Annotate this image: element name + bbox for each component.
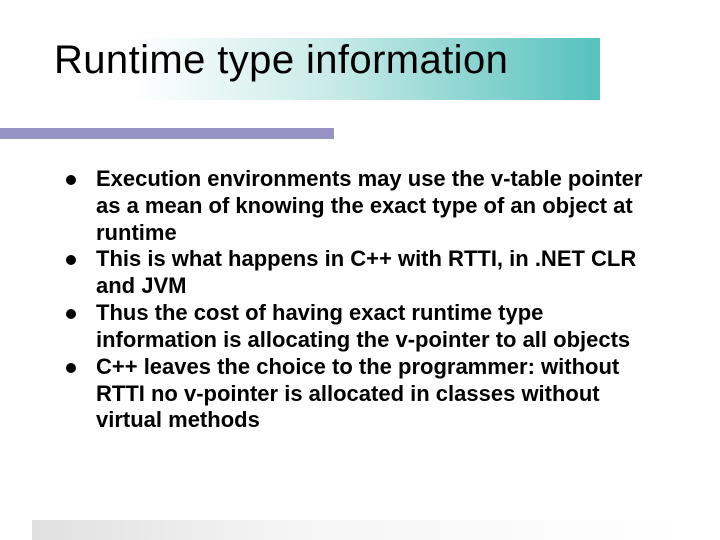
bullet-item: Execution environments may use the v-tab… — [66, 166, 666, 246]
title-underline — [0, 128, 334, 139]
title-bar: Runtime type information — [0, 38, 600, 100]
slide-content: Execution environments may use the v-tab… — [66, 166, 666, 434]
bullet-item: Thus the cost of having exact runtime ty… — [66, 300, 666, 354]
bottom-shadow — [32, 520, 688, 540]
slide-title: Runtime type information — [0, 38, 508, 83]
bullet-item: This is what happens in C++ with RTTI, i… — [66, 246, 666, 300]
bullet-item: C++ leaves the choice to the programmer:… — [66, 354, 666, 434]
bullet-list: Execution environments may use the v-tab… — [66, 166, 666, 434]
